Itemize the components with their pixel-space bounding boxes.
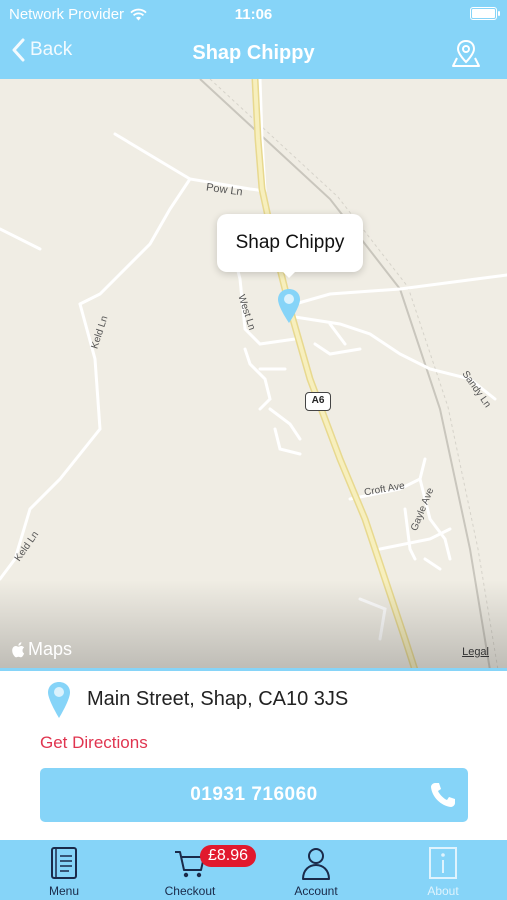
menu-book-icon bbox=[51, 847, 77, 879]
phone-number: 01931 716060 bbox=[190, 784, 318, 805]
tab-about-label: About bbox=[427, 884, 459, 898]
tab-menu[interactable]: Menu bbox=[14, 840, 114, 900]
location-map-button[interactable] bbox=[451, 38, 481, 73]
address-pin-icon bbox=[47, 681, 71, 724]
apple-maps-attribution: Maps bbox=[12, 639, 72, 660]
tab-about[interactable]: About bbox=[393, 840, 493, 900]
address-row: Main Street, Shap, CA10 3JS bbox=[0, 676, 507, 726]
tab-checkout-label: Checkout bbox=[164, 884, 216, 898]
road-badge-a6: A6 bbox=[305, 392, 331, 411]
info-icon bbox=[429, 847, 457, 879]
top-bar: Network Provider 11:06 Back Shap Chippy bbox=[0, 0, 507, 79]
status-bar: Network Provider 11:06 bbox=[0, 0, 507, 28]
tab-account[interactable]: Account bbox=[266, 840, 366, 900]
map-pin-icon bbox=[452, 39, 480, 67]
location-pin-icon[interactable] bbox=[277, 288, 301, 329]
tab-account-label: Account bbox=[294, 884, 338, 898]
battery-icon bbox=[470, 7, 500, 20]
nav-bar: Back Shap Chippy bbox=[0, 28, 507, 79]
status-time: 11:06 bbox=[234, 6, 273, 23]
map-callout[interactable]: Shap Chippy bbox=[217, 214, 363, 272]
get-directions-link[interactable]: Get Directions bbox=[40, 733, 148, 753]
map-divider bbox=[0, 668, 507, 671]
address-text: Main Street, Shap, CA10 3JS bbox=[87, 688, 349, 710]
page-title: Shap Chippy bbox=[192, 42, 315, 64]
call-button[interactable]: 01931 716060 bbox=[40, 768, 468, 822]
tab-menu-label: Menu bbox=[48, 884, 80, 898]
checkout-total-badge: £8.96 bbox=[200, 845, 256, 867]
map-shade bbox=[0, 580, 507, 670]
apple-logo-icon bbox=[12, 641, 25, 657]
maps-label: Maps bbox=[28, 639, 73, 659]
phone-icon bbox=[428, 780, 458, 815]
account-person-icon bbox=[302, 848, 330, 880]
map-callout-tail bbox=[280, 269, 298, 278]
legal-link[interactable]: Legal bbox=[462, 646, 489, 658]
map-view[interactable]: Pow Ln West Ln Keld Ln Keld Ln Sandy Ln … bbox=[0, 79, 507, 670]
